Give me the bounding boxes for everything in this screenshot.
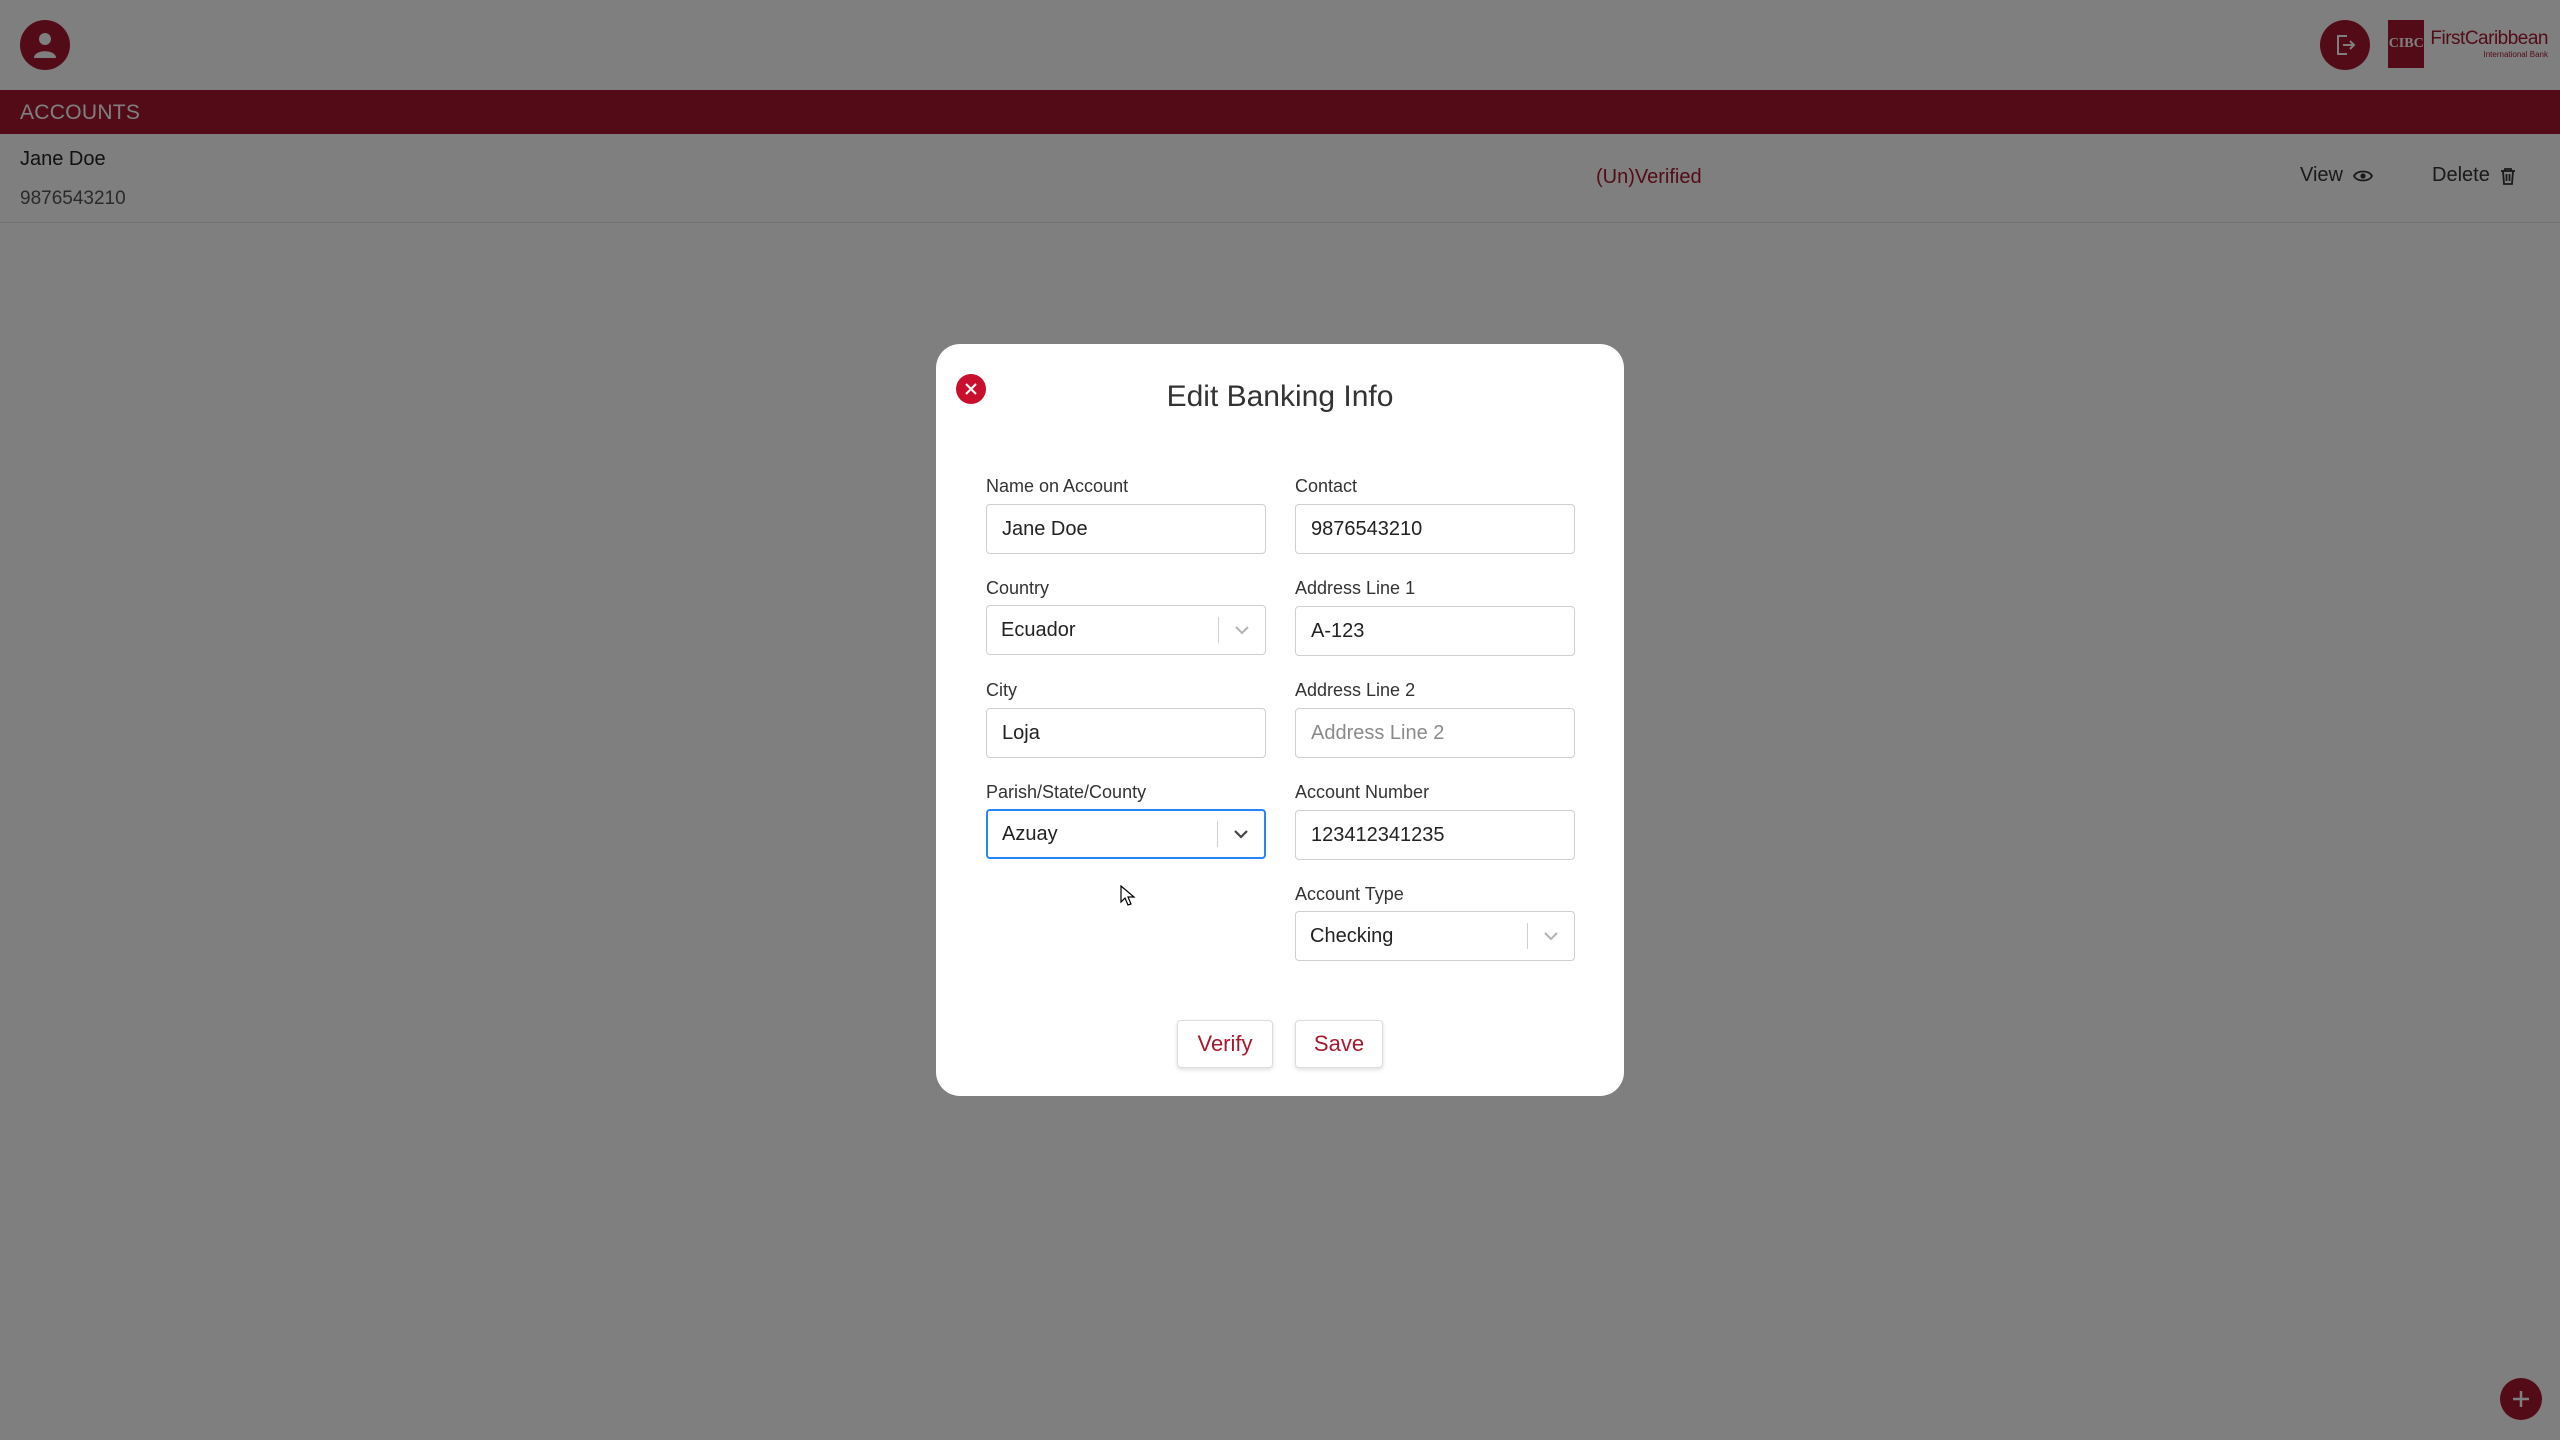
chevron-down-icon [1234,830,1248,839]
account-type-select[interactable]: Checking [1295,911,1575,961]
name-on-account-label: Name on Account [986,476,1129,496]
country-label: Country [986,578,1050,598]
parish-select[interactable]: Azuay [986,809,1266,859]
parish-label: Parish/State/County [986,782,1147,802]
modal-title: Edit Banking Info [1166,380,1394,413]
verify-button[interactable]: Verify [1177,1020,1273,1068]
account-type-value: Checking [1310,924,1394,947]
name-on-account-input[interactable] [986,504,1266,554]
chevron-down-icon [1235,626,1249,635]
country-select[interactable]: Ecuador [986,605,1266,655]
country-value: Ecuador [1001,618,1076,641]
chevron-down-icon [1544,932,1558,941]
address-line-1-input[interactable] [1295,606,1575,656]
contact-input[interactable] [1295,504,1575,554]
parish-value: Azuay [1002,822,1058,845]
address-line-1-label: Address Line 1 [1295,578,1416,598]
account-number-label: Account Number [1295,782,1430,802]
address-line-2-input[interactable] [1295,708,1575,758]
address-line-2-label: Address Line 2 [1295,680,1416,700]
account-type-label: Account Type [1295,884,1404,904]
city-label: City [986,680,1017,700]
city-input[interactable] [986,708,1266,758]
mouse-cursor-icon [1120,885,1136,906]
save-button[interactable]: Save [1295,1020,1383,1068]
contact-label: Contact [1295,476,1358,496]
edit-banking-info-modal: Edit Banking Info Name on Account Contac… [936,344,1624,1096]
account-number-input[interactable] [1295,810,1575,860]
